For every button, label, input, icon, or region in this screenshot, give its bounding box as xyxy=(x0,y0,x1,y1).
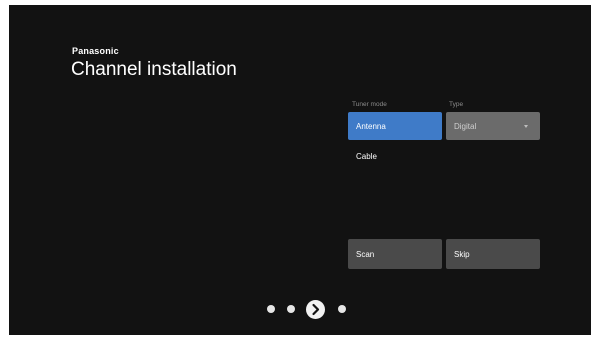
tuner-option-cable[interactable]: Cable xyxy=(348,144,442,168)
tuner-option-cable-label: Cable xyxy=(356,151,377,161)
step-dot-1 xyxy=(267,305,275,313)
scan-button-label: Scan xyxy=(356,249,375,259)
tuner-option-antenna[interactable]: Antenna xyxy=(348,112,442,140)
tv-screen: Panasonic Channel installation Tuner mod… xyxy=(9,5,591,335)
brand-logo: Panasonic xyxy=(72,46,119,56)
type-label: Type xyxy=(449,101,464,108)
skip-button[interactable]: Skip xyxy=(446,239,540,269)
type-select[interactable]: Digital xyxy=(446,112,540,140)
tuner-mode-label: Tuner mode xyxy=(352,101,387,108)
step-pager xyxy=(265,299,355,319)
skip-button-label: Skip xyxy=(454,249,470,259)
type-select-value: Digital xyxy=(454,121,477,131)
step-dot-current[interactable] xyxy=(306,300,325,319)
scan-button[interactable]: Scan xyxy=(348,239,442,269)
caret-down-icon xyxy=(524,125,528,128)
page-title: Channel installation xyxy=(71,59,237,80)
step-dot-4 xyxy=(338,305,346,313)
chevron-right-icon xyxy=(312,303,320,316)
step-dot-2 xyxy=(287,305,295,313)
tuner-option-antenna-label: Antenna xyxy=(356,121,386,131)
